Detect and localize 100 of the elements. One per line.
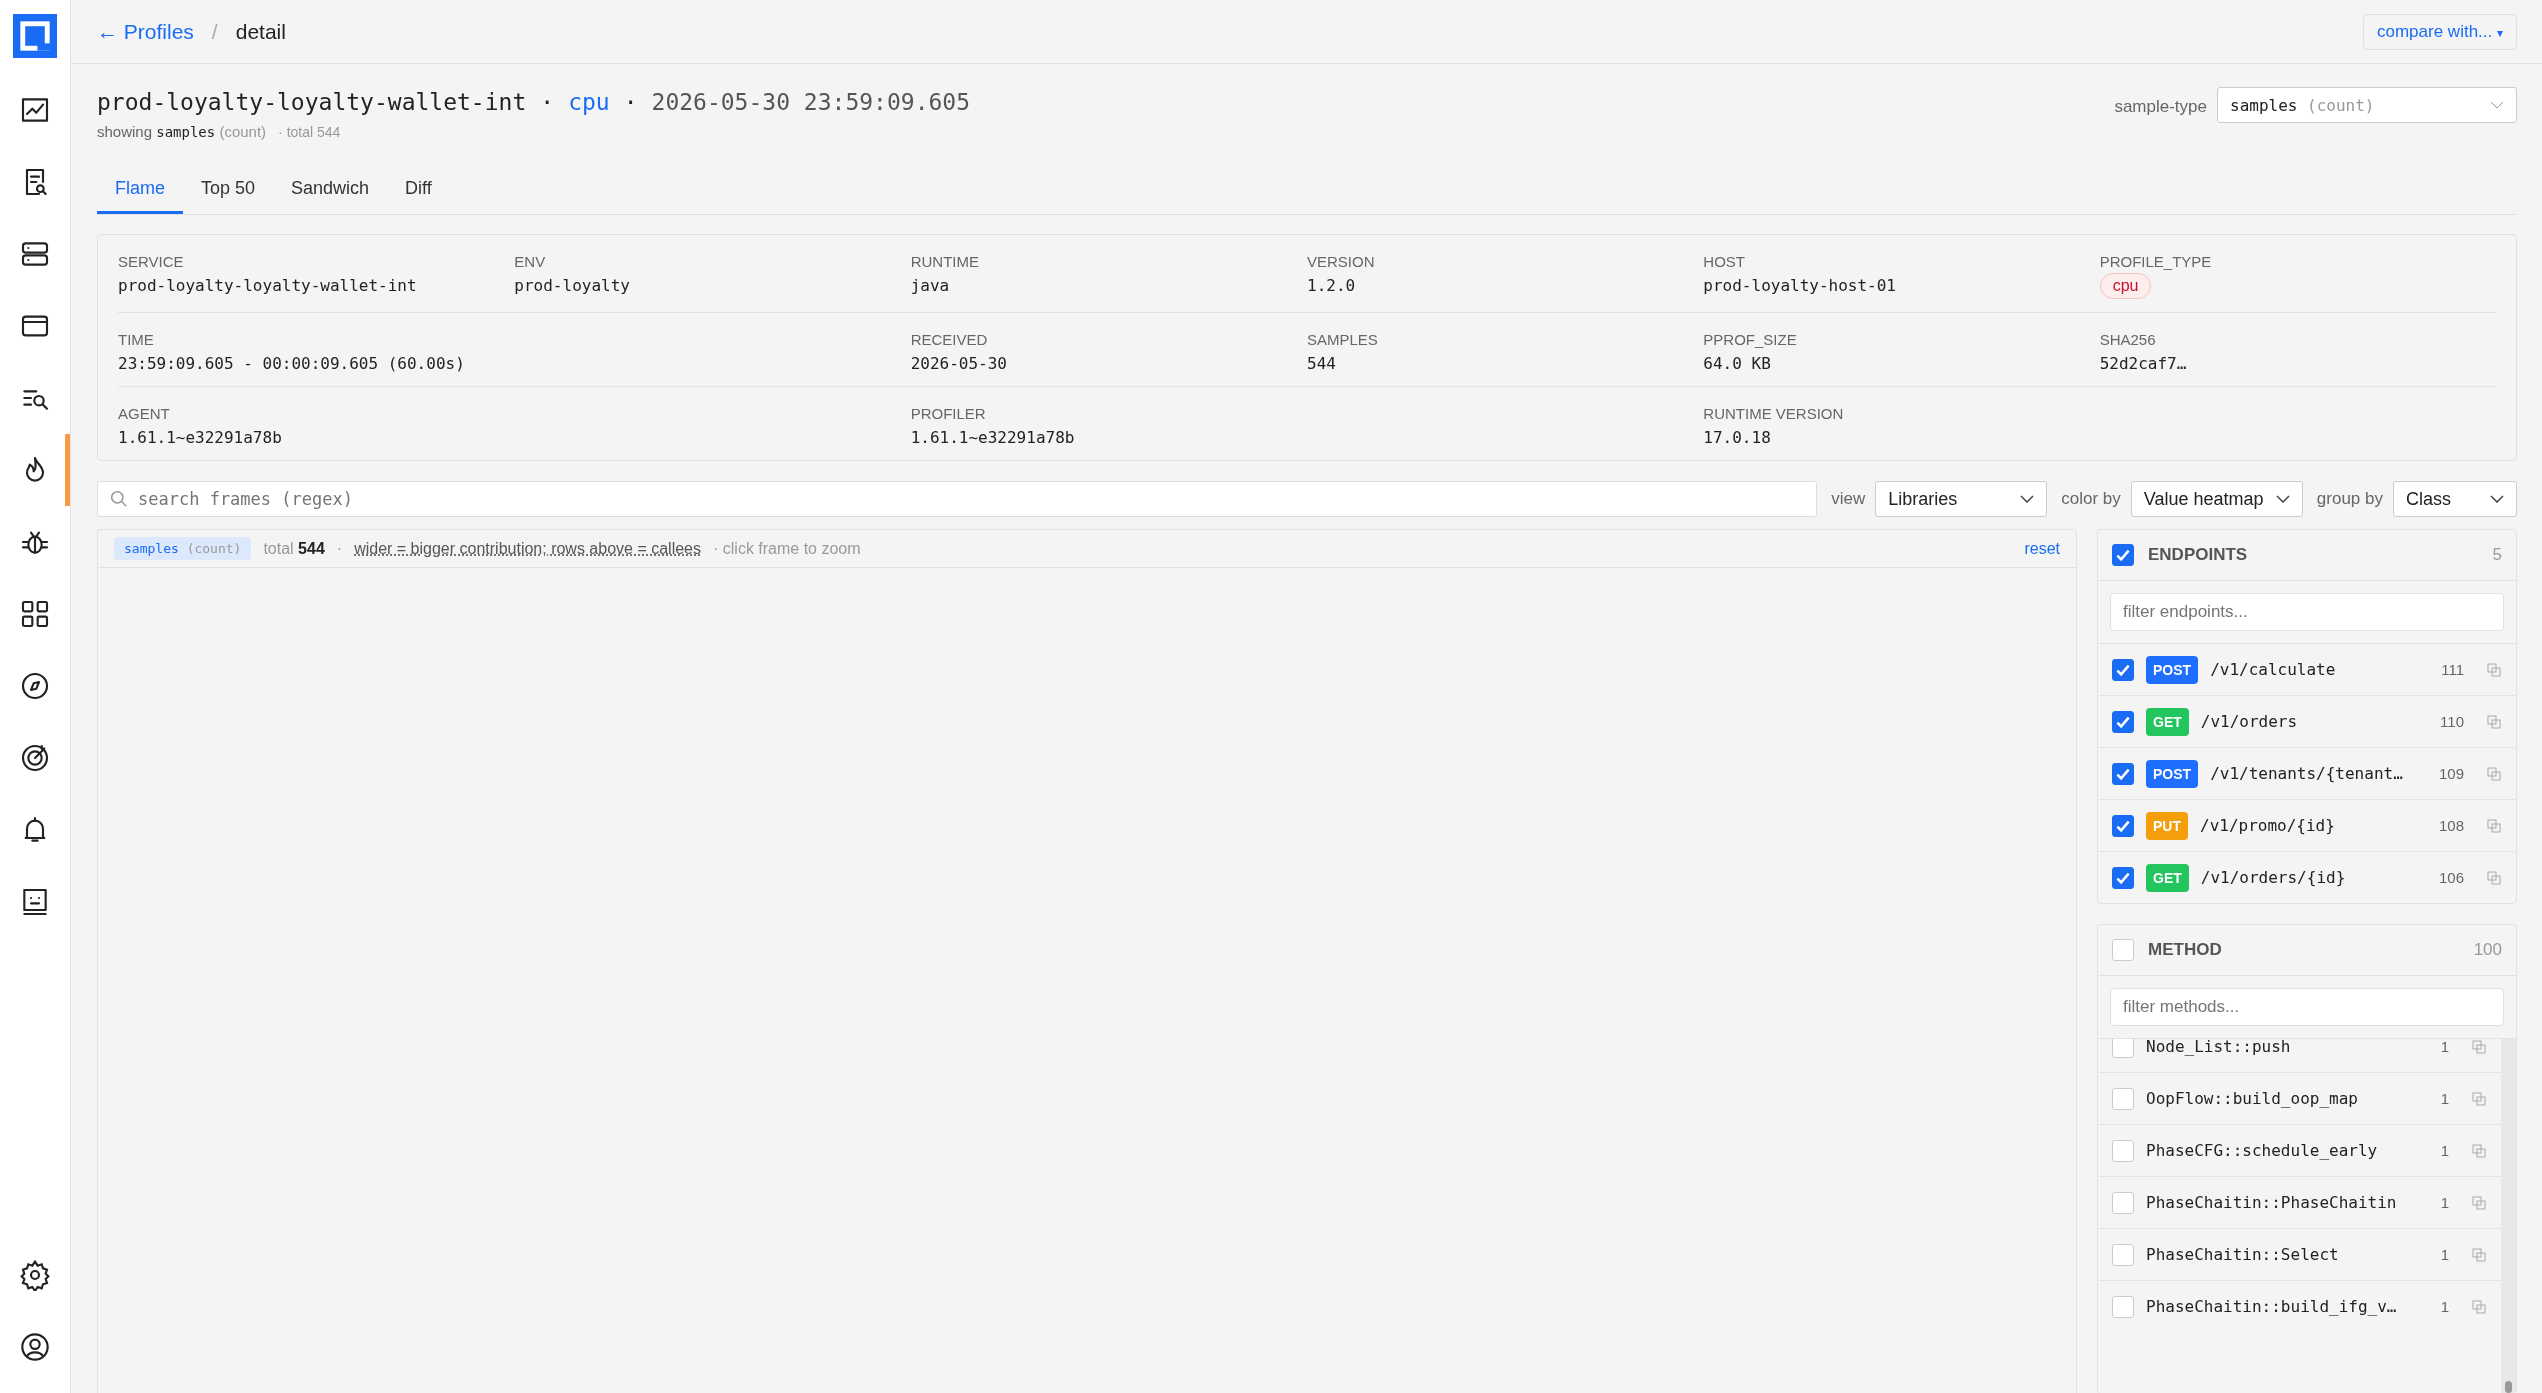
title-separator: · (540, 89, 555, 115)
field-label: RUNTIME VERSION (1703, 405, 1845, 422)
group-by-label: group by (2316, 489, 2383, 509)
field-value: 2026-05-30 (910, 354, 1008, 373)
compass-icon[interactable] (19, 670, 51, 702)
field-value: 17.0.18 (1703, 428, 1772, 447)
method-badge: GET (2146, 707, 2189, 736)
checkbox[interactable] (2112, 710, 2134, 733)
method-name[interactable]: PhaseChaitin::PhaseChaitin (2146, 1193, 2429, 1212)
endpoint-path[interactable]: /v1/orders (2200, 712, 2429, 731)
field-value: 1.61.1~e32291a78b (118, 428, 283, 447)
checkbox[interactable] (2112, 939, 2134, 961)
field-value: prod-loyalty-host-01 (1703, 276, 1897, 295)
field-label: TIME (118, 331, 155, 348)
tab[interactable]: Flame (97, 168, 183, 214)
chevron-icon (2275, 495, 2290, 503)
field-label: PROFILER (910, 405, 987, 422)
field-value: 1.61.1~e32291a78b (910, 428, 1076, 447)
color-by-label: color by (2061, 489, 2121, 509)
search-field[interactable]: search frames (regex) (97, 481, 1818, 517)
group-by-select[interactable]: Class (2393, 481, 2517, 517)
method-count: 1 (2440, 1194, 2449, 1211)
method-name[interactable]: Node_List::push (2146, 1039, 2429, 1056)
timestamp: 2026-05-30 23:59:09.605 (651, 89, 971, 115)
breadcrumb-current: detail (235, 19, 286, 44)
field-value: 52d2caf7… (2099, 354, 2188, 373)
endpoint-count: 109 (2438, 765, 2464, 782)
chevron-icon (2490, 101, 2504, 109)
tab[interactable]: Diff (387, 168, 450, 214)
endpoint-path[interactable]: /v1/promo/{id} (2200, 816, 2427, 835)
field-label: SAMPLES (1307, 331, 1379, 348)
checkbox[interactable] (2112, 1191, 2134, 1214)
method-name[interactable]: PhaseCFG::schedule_early (2146, 1141, 2429, 1160)
method-count: 1 (2440, 1090, 2449, 1107)
field-value: 23:59:09.605 - 00:00:09.605 (60.00s) (118, 354, 466, 373)
target-icon[interactable] (19, 742, 51, 774)
user-icon[interactable] (19, 1331, 51, 1363)
click-hint: · click frame to zoom (713, 539, 861, 558)
tab[interactable]: Top 50 (183, 168, 274, 214)
field-value: 544 (1307, 354, 1337, 373)
field-label: PROFILE_TYPE (2099, 253, 2213, 270)
back-link[interactable]: ← Profiles (97, 19, 194, 44)
profile-type-badge: cpu (2099, 273, 2152, 299)
grid-icon[interactable] (19, 598, 51, 630)
field-value: 1.2.0 (1307, 276, 1357, 295)
endpoint-path[interactable]: /v1/tenants/{tenant… (2210, 764, 2427, 783)
checkbox[interactable] (2112, 814, 2134, 837)
field-label: AGENT (118, 405, 171, 422)
view-select[interactable]: Libraries (1875, 481, 2048, 517)
field-label: SHA256 (2099, 331, 2157, 348)
view-label: view (1831, 489, 1866, 509)
section-count: 5 (2492, 545, 2502, 565)
sample-type-select[interactable]: samples (count) (2217, 87, 2517, 123)
logo-icon[interactable] (13, 14, 57, 58)
compare-button[interactable]: compare with... ▾ (2363, 13, 2517, 50)
endpoint-count: 108 (2438, 817, 2464, 834)
endpoint-path[interactable]: /v1/calculate (2210, 660, 2430, 679)
chevron-icon (2020, 495, 2035, 503)
checkbox[interactable] (2112, 544, 2134, 566)
legend-hint: wider = bigger contribution; rows above = callees (354, 539, 701, 558)
checkbox[interactable] (2112, 866, 2134, 889)
method-badge: POST (2146, 655, 2199, 684)
method-name[interactable]: PhaseChaitin::Select (2146, 1245, 2429, 1264)
filter-field[interactable]: filter methods... (2110, 988, 2504, 1026)
tab[interactable]: Sandwich (273, 168, 388, 214)
field-label: HOST (1703, 253, 1746, 270)
field-label: PPROF_SIZE (1703, 331, 1798, 348)
checkbox[interactable] (2112, 1295, 2134, 1318)
title-separator: · (623, 89, 638, 115)
settings-icon[interactable] (19, 1259, 51, 1291)
endpoint-path[interactable]: /v1/orders/{id} (2200, 868, 2427, 887)
field-label: RECEIVED (910, 331, 989, 348)
scrollbar[interactable] (2501, 1039, 2516, 1393)
method-badge: GET (2146, 863, 2189, 892)
method-count: 1 (2440, 1142, 2449, 1159)
field-value: prod-loyalty (514, 276, 631, 295)
breadcrumb-separator: / (211, 19, 218, 44)
reset-link[interactable]: reset (2024, 539, 2060, 558)
method-badge: POST (2146, 759, 2199, 788)
checkbox[interactable] (2112, 658, 2134, 681)
endpoint-count: 111 (2441, 661, 2464, 678)
method-name[interactable]: PhaseChaitin::build_ifg_v… (2146, 1297, 2429, 1316)
method-count: 1 (2440, 1246, 2449, 1263)
filter-field[interactable]: filter endpoints... (2110, 593, 2504, 631)
color-by-select[interactable]: Value heatmap (2130, 481, 2303, 517)
checkbox[interactable] (2112, 1039, 2134, 1058)
method-count: 1 (2440, 1298, 2449, 1315)
dot-separator: · (336, 539, 343, 558)
checkbox[interactable] (2112, 762, 2134, 785)
checkbox[interactable] (2112, 1087, 2134, 1110)
method-badge: PUT (2146, 811, 2188, 840)
checkbox[interactable] (2112, 1139, 2134, 1162)
method-count: 1 (2440, 1039, 2449, 1055)
search-icon (110, 490, 128, 508)
checkbox[interactable] (2112, 1243, 2134, 1266)
field-label: SERVICE (118, 253, 185, 270)
method-name[interactable]: OopFlow::build_oop_map (2146, 1089, 2429, 1108)
section-count: 100 (2473, 940, 2502, 960)
field-label: VERSION (1307, 253, 1376, 270)
profile-type: cpu (568, 89, 610, 115)
